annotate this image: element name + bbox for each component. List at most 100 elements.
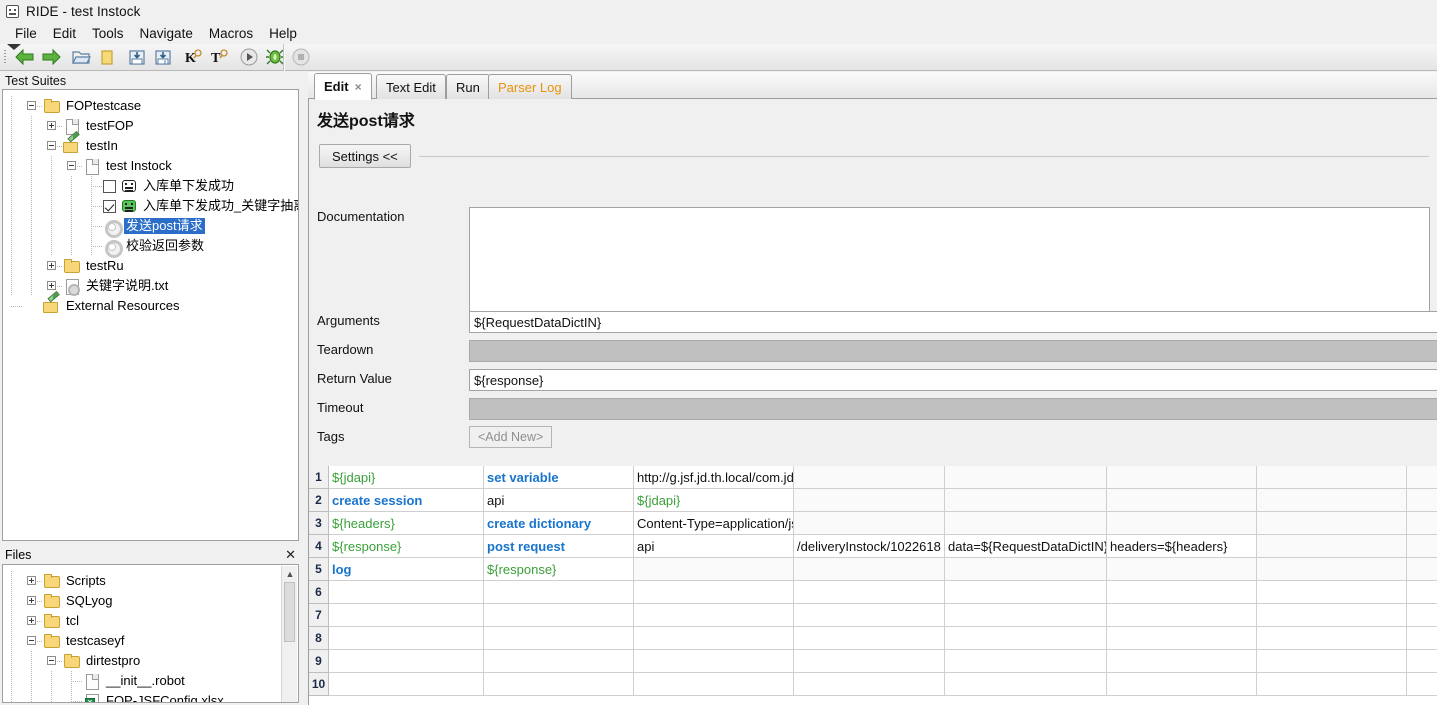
grid-cell[interactable] bbox=[794, 466, 945, 489]
menu-tools[interactable]: Tools bbox=[84, 24, 132, 43]
search-test-icon[interactable]: T bbox=[206, 45, 232, 70]
timeout-input[interactable] bbox=[469, 398, 1437, 420]
table-row[interactable]: 5 log ${response} bbox=[309, 558, 1437, 581]
files-item-scripts[interactable]: Scripts bbox=[3, 571, 298, 591]
grid-cell[interactable] bbox=[1407, 535, 1437, 558]
grid-cell[interactable] bbox=[634, 673, 794, 696]
grid-cell[interactable]: ${response} bbox=[484, 558, 634, 581]
steps-grid[interactable]: 1 ${jdapi} set variable http://g.jsf.jd.… bbox=[309, 466, 1437, 705]
close-icon[interactable]: × bbox=[355, 80, 362, 94]
grid-cell[interactable]: headers=${headers} bbox=[1107, 535, 1257, 558]
grid-cell[interactable] bbox=[329, 673, 484, 696]
files-item-tcl[interactable]: tcl bbox=[3, 611, 298, 631]
grid-cell[interactable]: ${jdapi} bbox=[634, 489, 794, 512]
table-row[interactable]: 9 bbox=[309, 650, 1437, 673]
grid-cell[interactable] bbox=[634, 650, 794, 673]
tree-item-testru[interactable]: testRu bbox=[3, 256, 298, 276]
table-row[interactable]: 10 bbox=[309, 673, 1437, 696]
grid-cell[interactable] bbox=[945, 581, 1107, 604]
grid-cell[interactable] bbox=[634, 604, 794, 627]
toolbar-grip[interactable] bbox=[0, 43, 21, 71]
grid-cell[interactable] bbox=[1107, 650, 1257, 673]
files-expander-tcl[interactable] bbox=[23, 611, 43, 631]
tree-item-external-resources[interactable]: External Resources bbox=[3, 296, 298, 316]
close-icon[interactable]: ✕ bbox=[285, 547, 296, 563]
files-expander-scripts[interactable] bbox=[23, 571, 43, 591]
files-expander-dirtestpro[interactable] bbox=[43, 651, 63, 671]
grid-cell[interactable] bbox=[484, 673, 634, 696]
testcase-checkbox[interactable] bbox=[103, 199, 116, 213]
files-item-dirtestpro[interactable]: dirtestpro bbox=[3, 651, 298, 671]
tab-parser-log[interactable]: Parser Log bbox=[488, 74, 572, 99]
grid-cell[interactable] bbox=[484, 650, 634, 673]
grid-cell[interactable] bbox=[1257, 512, 1407, 535]
grid-cell[interactable] bbox=[1257, 535, 1407, 558]
grid-cell[interactable] bbox=[945, 604, 1107, 627]
tab-text-edit[interactable]: Text Edit bbox=[376, 74, 446, 99]
table-row[interactable]: 3 ${headers} create dictionary Content-T… bbox=[309, 512, 1437, 535]
grid-cell[interactable] bbox=[484, 581, 634, 604]
grid-cell[interactable] bbox=[1407, 604, 1437, 627]
grid-cell[interactable]: post request bbox=[484, 535, 634, 558]
grid-cell[interactable] bbox=[329, 604, 484, 627]
tree-item-keyword-post-request[interactable]: 发送post请求 bbox=[3, 216, 298, 238]
files-item-init-robot[interactable]: __init__.robot bbox=[3, 671, 298, 691]
grid-cell[interactable] bbox=[1407, 466, 1437, 489]
files-scrollbar[interactable]: ▲ bbox=[281, 566, 298, 702]
tree-item-foptestcase[interactable]: FOPtestcase bbox=[3, 96, 298, 116]
grid-cell[interactable] bbox=[945, 466, 1107, 489]
grid-cell[interactable] bbox=[1407, 489, 1437, 512]
grid-cell[interactable] bbox=[1107, 604, 1257, 627]
files-item-sqlyog[interactable]: SQLyog bbox=[3, 591, 298, 611]
grid-cell[interactable] bbox=[945, 627, 1107, 650]
grid-cell[interactable] bbox=[634, 627, 794, 650]
grid-cell[interactable] bbox=[794, 489, 945, 512]
grid-cell[interactable]: ${jdapi} bbox=[329, 466, 484, 489]
grid-cell[interactable]: ${headers} bbox=[329, 512, 484, 535]
grid-cell[interactable] bbox=[945, 489, 1107, 512]
tab-run[interactable]: Run bbox=[446, 74, 490, 99]
save-icon[interactable] bbox=[124, 45, 150, 70]
add-new-tag-button[interactable]: <Add New> bbox=[469, 426, 553, 448]
files-tree[interactable]: Scripts SQLyog tcl testcaseyf dirtestpro… bbox=[2, 564, 299, 703]
tree-item-testcase-1[interactable]: 入库单下发成功 bbox=[3, 176, 298, 196]
grid-cell[interactable] bbox=[329, 581, 484, 604]
grid-cell[interactable] bbox=[1107, 673, 1257, 696]
tree-expander-test-instock[interactable] bbox=[63, 156, 83, 176]
tree-expander-testfop[interactable] bbox=[43, 116, 63, 136]
tab-edit[interactable]: Edit × bbox=[314, 73, 372, 100]
menu-file[interactable]: File bbox=[7, 24, 45, 43]
table-row[interactable]: 4 ${response} post request api /delivery… bbox=[309, 535, 1437, 558]
grid-cell[interactable] bbox=[1107, 512, 1257, 535]
arguments-input[interactable]: ${RequestDataDictIN} bbox=[469, 311, 1437, 333]
grid-cell[interactable]: Content-Type=application/js bbox=[634, 512, 794, 535]
tree-item-testfop[interactable]: testFOP bbox=[3, 116, 298, 136]
grid-cell[interactable]: api bbox=[484, 489, 634, 512]
grid-cell[interactable] bbox=[1257, 673, 1407, 696]
grid-cell[interactable] bbox=[1257, 650, 1407, 673]
tree-expander-testin[interactable] bbox=[43, 136, 63, 156]
grid-cell[interactable] bbox=[1107, 489, 1257, 512]
back-arrow-icon[interactable] bbox=[12, 45, 38, 70]
grid-cell[interactable] bbox=[1257, 489, 1407, 512]
scroll-up-icon[interactable]: ▲ bbox=[282, 566, 298, 582]
run-icon[interactable] bbox=[236, 45, 262, 70]
files-item-testcaseyf[interactable]: testcaseyf bbox=[3, 631, 298, 651]
grid-cell[interactable] bbox=[794, 604, 945, 627]
grid-cell[interactable] bbox=[634, 581, 794, 604]
grid-cell[interactable] bbox=[484, 604, 634, 627]
table-row[interactable]: 1 ${jdapi} set variable http://g.jsf.jd.… bbox=[309, 466, 1437, 489]
open-folder-icon[interactable] bbox=[68, 45, 94, 70]
stop-icon[interactable] bbox=[288, 45, 314, 70]
menu-macros[interactable]: Macros bbox=[201, 24, 261, 43]
return-value-input[interactable]: ${response} bbox=[469, 369, 1437, 391]
menu-edit[interactable]: Edit bbox=[45, 24, 84, 43]
grid-cell[interactable]: http://g.jsf.jd.th.local/com.jd bbox=[634, 466, 794, 489]
menu-help[interactable]: Help bbox=[261, 24, 305, 43]
teardown-input[interactable] bbox=[469, 340, 1437, 362]
table-row[interactable]: 2 create session api ${jdapi} bbox=[309, 489, 1437, 512]
grid-cell[interactable]: ${response} bbox=[329, 535, 484, 558]
tree-item-test-instock[interactable]: test Instock bbox=[3, 156, 298, 176]
forward-arrow-icon[interactable] bbox=[38, 45, 64, 70]
grid-cell[interactable] bbox=[794, 558, 945, 581]
